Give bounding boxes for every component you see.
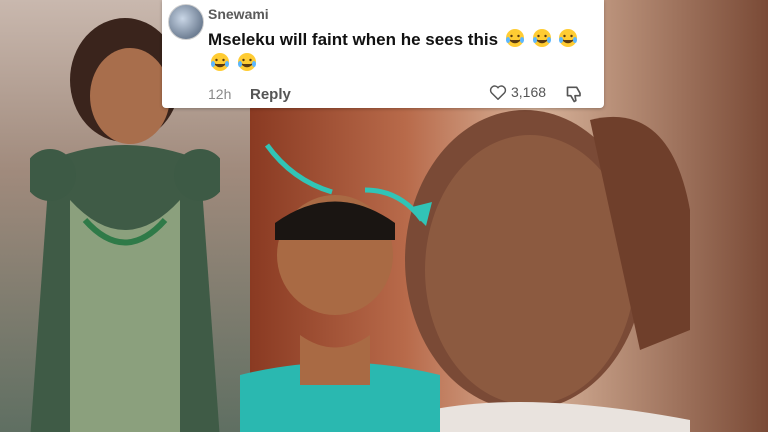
comment-time: 12h [208, 86, 232, 102]
crying-laughing-emoji-icon [505, 29, 524, 47]
crying-laughing-emoji-icon [237, 53, 256, 71]
heart-icon [489, 85, 507, 100]
teal-arrow-left [264, 143, 333, 195]
like-count: 3,168 [511, 84, 547, 100]
teal-arrow-right [364, 187, 432, 226]
comment-text: Mseleku will faint when he sees this [208, 28, 598, 76]
comment-card: Snewami Mseleku will faint when he sees … [162, 0, 604, 108]
crying-laughing-emoji-icon [532, 29, 551, 47]
comment-username[interactable]: Snewami [208, 6, 269, 22]
crying-laughing-emoji-icon [559, 29, 578, 47]
like-button[interactable]: 3,168 [489, 84, 546, 100]
user-avatar[interactable] [168, 4, 204, 40]
comment-body: Mseleku will faint when he sees this [208, 30, 499, 49]
thumbs-down-icon [566, 86, 581, 103]
crying-laughing-emoji-icon [211, 53, 229, 71]
reply-button[interactable]: Reply [250, 86, 291, 103]
dislike-button[interactable] [565, 84, 585, 109]
